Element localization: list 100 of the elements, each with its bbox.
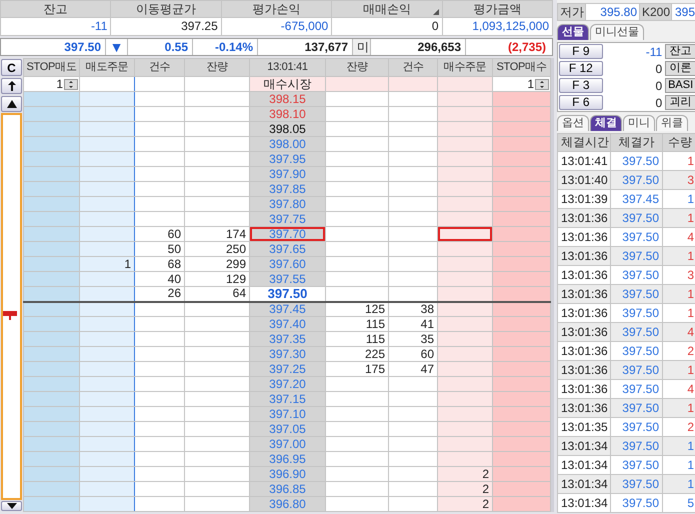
up-arrow-icon [8,81,16,91]
table-cell: 397.50 [610,246,662,266]
price-cell[interactable]: 396.95 [250,452,326,466]
table-cell: 1 [662,208,695,228]
price-cell[interactable]: 396.90 [250,466,326,482]
scroll-top-button[interactable] [1,78,22,94]
field-label: 미 [353,39,371,55]
price-cell[interactable]: 398.10 [250,106,326,122]
price-cell[interactable]: 396.85 [250,482,326,496]
table-cell-text: 0 [654,78,664,94]
clear-button[interactable]: C [1,59,22,76]
price-cell[interactable]: 397.35 [250,332,326,346]
price-cell[interactable]: 397.60 [250,256,326,272]
table-cell: 13:01:36 [558,208,610,228]
price-cell[interactable]: 396.80 [250,496,326,512]
price-cell[interactable]: 397.95 [250,152,326,166]
price-cell[interactable]: 397.80 [250,196,326,212]
price-cell[interactable]: 397.25 [250,362,326,376]
info-button[interactable]: BASI [665,78,695,93]
table-cell: 13:01:36 [558,398,610,418]
info-button[interactable]: 괴리 [665,95,695,110]
price-cell[interactable]: 398.15 [250,92,326,106]
contract-button[interactable]: F 6 [559,95,603,110]
table-cell: -675,000 [221,18,332,36]
price-cell[interactable]: 398.00 [250,136,326,152]
current-price: 397.50 [1,39,106,55]
column-header: 평가금액 [442,0,552,18]
column-header: 평가손익 [221,0,332,18]
column-header: 이동평균가 [110,0,222,18]
price-cell[interactable]: 397.50 [250,286,326,302]
low-price: 395.80 [586,4,640,20]
price-cell[interactable]: 397.45 [250,302,326,316]
scroll-down-button[interactable] [1,501,22,511]
spinner-icon [535,78,549,90]
contract-button[interactable]: F 12 [559,61,603,76]
table-cell: 174 [184,226,250,242]
order-cell[interactable]: 2 [438,466,492,482]
column-header: 13:01:41 [250,58,326,76]
tab[interactable]: 미니선물 [590,24,644,40]
table-cell: 13:01:36 [558,322,610,342]
price-cell[interactable]: 397.70 [250,226,326,242]
contract-button[interactable]: F 3 [559,78,603,93]
table-cell: 115 [326,316,388,332]
tab[interactable]: 위클 [656,115,688,131]
price-cell[interactable]: 397.05 [250,422,326,436]
table-cell: 225 [326,346,388,362]
price-cell[interactable]: 397.85 [250,182,326,196]
table-cell: 13:01:36 [558,284,610,304]
price-cell[interactable]: 397.40 [250,316,326,332]
table-cell: 13:01:34 [558,474,610,494]
order-cell[interactable]: 1 [80,256,134,272]
table-cell-text: 0 [654,94,664,112]
price-cell[interactable]: 397.20 [250,376,326,392]
contract-button[interactable]: F 9 [559,44,603,59]
price-cell[interactable]: 397.00 [250,436,326,452]
price-cell[interactable]: 398.05 [250,122,326,136]
table-cell: 299 [184,256,250,272]
price-cell[interactable]: 397.55 [250,272,326,286]
tab[interactable]: 선물 [557,24,589,40]
table-cell: 397.50 [610,436,662,456]
table-cell: 397.50 [610,284,662,304]
open-interest: 296,653 [371,39,466,55]
price-cell[interactable]: 397.65 [250,242,326,256]
table-cell: 0 [332,18,442,36]
index-value: 395 [672,4,695,20]
order-cell[interactable]: 2 [438,496,492,512]
order-cell[interactable] [438,226,492,242]
table-cell: 115 [326,332,388,346]
up-triangle-icon [6,100,16,108]
price-cell[interactable]: 397.30 [250,346,326,362]
table-cell: 40 [134,272,184,286]
marker-icon [3,310,17,320]
column-header: 잔고 [0,0,111,18]
price-cell[interactable]: 397.75 [250,212,326,226]
info-button[interactable]: 잔고 [665,44,695,59]
table-cell: 397.50 [610,170,662,190]
price-cell[interactable]: 397.10 [250,406,326,422]
table-cell: 397.50 [610,494,662,512]
market-buy-cell[interactable]: 매수시장 [250,76,326,92]
table-cell: 60 [134,226,184,242]
info-button[interactable]: 이론 [665,61,695,76]
tab[interactable]: 미니 [623,115,655,131]
table-cell: 13:01:40 [558,170,610,190]
tab[interactable]: 체결 [590,115,622,131]
table-cell: 1 [662,436,695,456]
table-cell: 1 [662,284,695,304]
scroll-up-button[interactable] [1,96,22,112]
table-cell: 129 [184,272,250,286]
column-header: 매수주문 [438,58,492,76]
tab[interactable]: 옵션 [557,115,589,131]
table-cell: 4 [662,322,695,342]
column-header: STOP매도 [24,58,80,76]
order-cell[interactable]: 2 [438,482,492,496]
table-cell: 1,093,125,000 [442,18,552,36]
table-cell: 397.50 [610,398,662,418]
table-cell: -11 [0,18,111,36]
column-header: 잔량 [184,58,250,76]
price-cell[interactable]: 397.15 [250,392,326,406]
column-header: 수량 [662,134,695,152]
price-cell[interactable]: 397.90 [250,166,326,182]
